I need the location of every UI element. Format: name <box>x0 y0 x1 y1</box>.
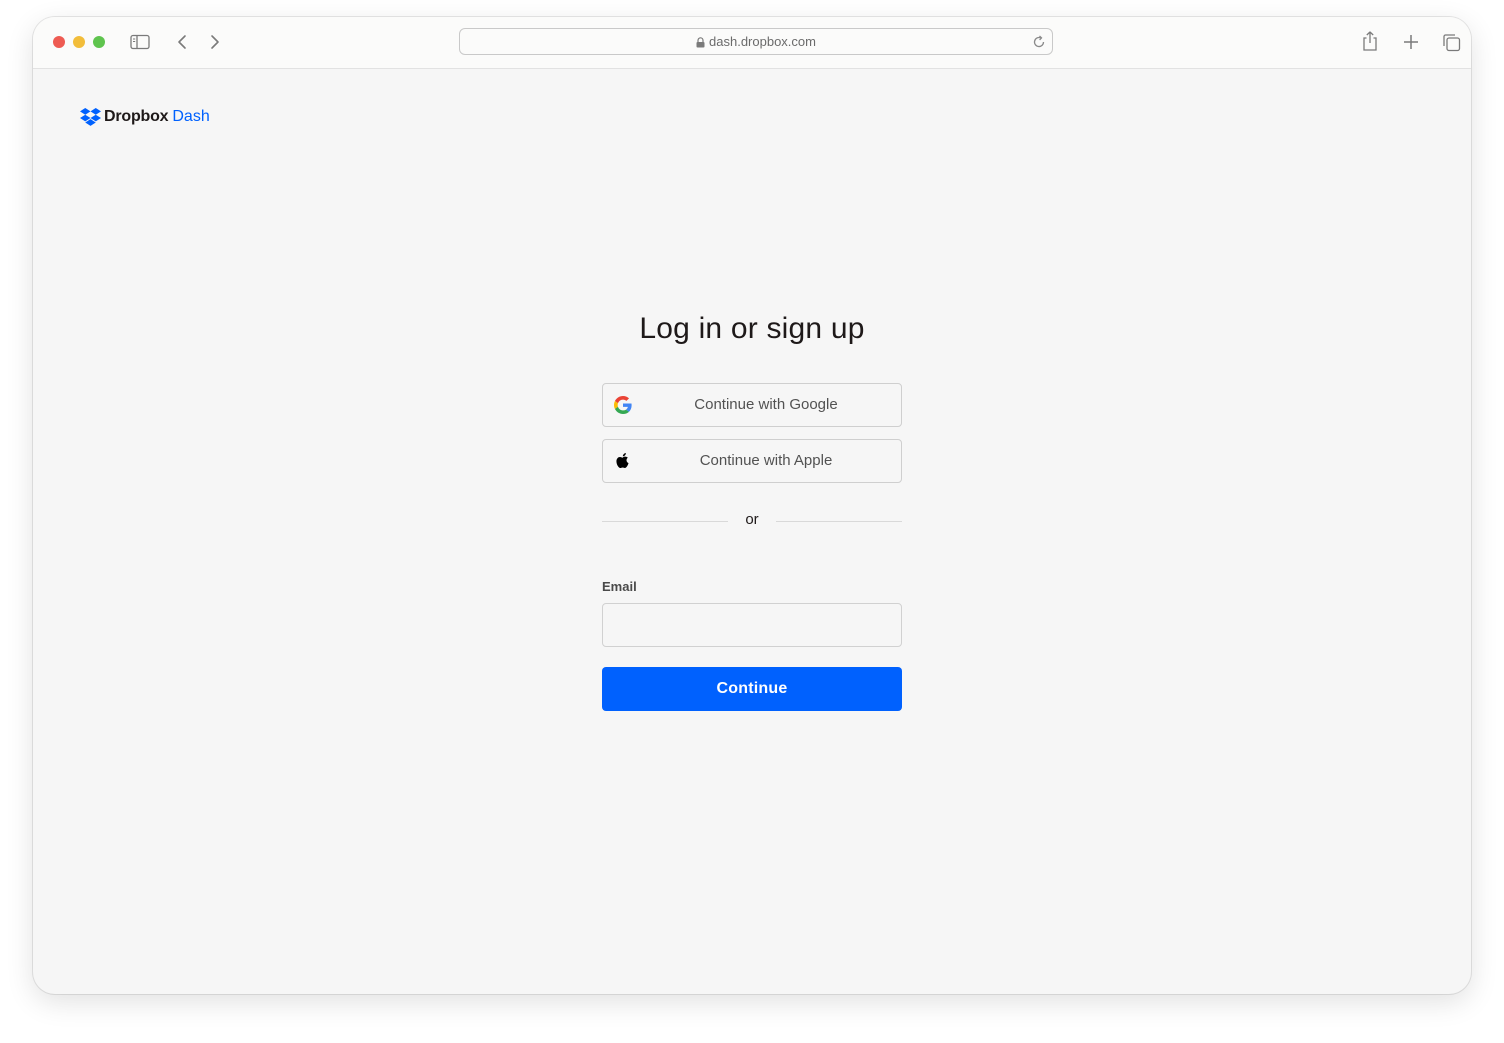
share-icon[interactable] <box>1361 30 1379 52</box>
address-bar[interactable]: dash.dropbox.com <box>459 28 1053 55</box>
dropbox-dash-logo[interactable]: Dropbox Dash <box>80 107 210 127</box>
dropbox-logo-icon <box>80 108 101 126</box>
logo-wordmark: Dropbox <box>104 108 169 125</box>
email-label: Email <box>602 579 637 594</box>
continue-with-google-button[interactable]: Continue with Google <box>602 383 902 427</box>
url-text: dash.dropbox.com <box>709 34 816 49</box>
minimize-window-button[interactable] <box>73 36 85 48</box>
apple-icon <box>616 452 629 469</box>
new-tab-icon[interactable] <box>1403 34 1419 50</box>
back-icon[interactable] <box>176 34 188 50</box>
google-button-label: Continue with Google <box>694 396 838 413</box>
tab-overview-icon[interactable] <box>1442 33 1461 52</box>
google-icon <box>614 396 632 414</box>
page-content: Dropbox Dash Log in or sign up Continue … <box>33 69 1471 994</box>
sidebar-toggle-icon[interactable] <box>130 34 150 50</box>
email-input[interactable] <box>602 603 902 647</box>
continue-with-apple-button[interactable]: Continue with Apple <box>602 439 902 483</box>
divider-or: or <box>745 511 759 528</box>
page-title: Log in or sign up <box>639 312 865 345</box>
apple-button-label: Continue with Apple <box>699 452 833 469</box>
zoom-window-button[interactable] <box>93 36 105 48</box>
logo-product-name: Dash <box>172 108 210 125</box>
continue-button[interactable]: Continue <box>602 667 902 711</box>
lock-icon <box>696 37 705 48</box>
reload-icon[interactable] <box>1032 35 1046 49</box>
browser-window: dash.dropbox.com Dropbox Dash Log in or … <box>33 17 1471 994</box>
close-window-button[interactable] <box>53 36 65 48</box>
forward-icon[interactable] <box>209 34 221 50</box>
browser-toolbar: dash.dropbox.com <box>33 17 1471 69</box>
divider-line-right <box>776 521 902 522</box>
